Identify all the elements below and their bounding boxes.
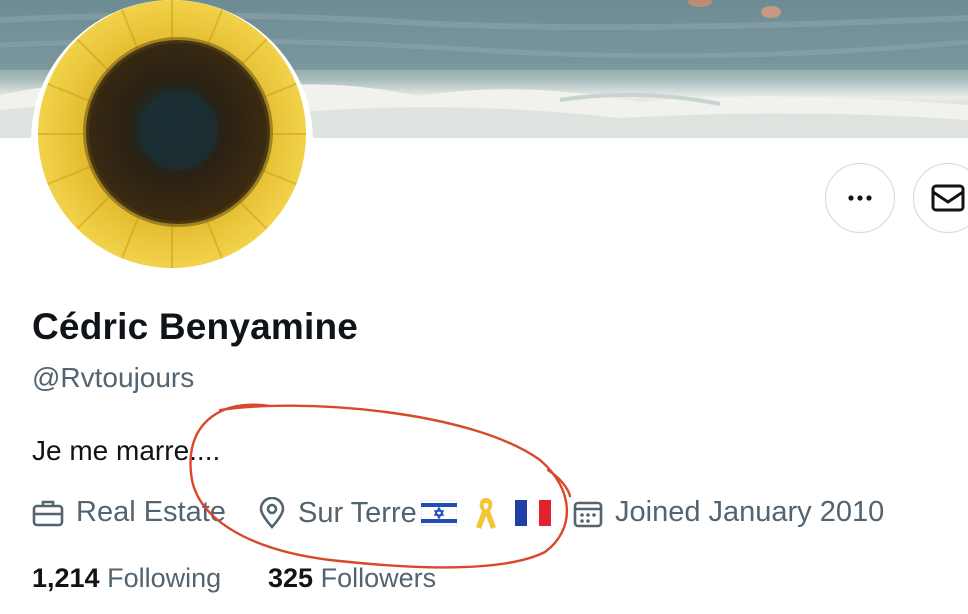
more-options-icon: [848, 195, 872, 201]
yellow-ribbon-icon: [475, 498, 496, 529]
profile-location: Sur Terre: [258, 496, 563, 530]
profile-handle: @Rvtoujours: [32, 362, 195, 393]
avatar[interactable]: [38, 0, 306, 268]
profile-bio: Je me marre....: [32, 435, 221, 466]
followers-link[interactable]: 325 Followers: [268, 563, 436, 594]
location-pin-icon: [259, 497, 285, 529]
joined-label: Joined January 2010: [615, 496, 885, 528]
location-label: Sur Terre: [298, 496, 417, 529]
following-count: 1,214: [32, 563, 100, 593]
mail-icon: [931, 184, 965, 212]
following-link[interactable]: 1,214 Following: [32, 563, 221, 594]
profile-name: Cédric Benyamine: [32, 306, 359, 347]
message-button[interactable]: [913, 163, 968, 233]
profile-joined: Joined January 2010: [573, 496, 884, 529]
israel-flag-icon: [420, 500, 457, 526]
followers-count: 325: [268, 563, 314, 593]
calendar-icon: [573, 501, 603, 527]
followers-label: Followers: [320, 563, 437, 593]
france-flag-icon: [514, 500, 551, 526]
following-label: Following: [107, 563, 222, 593]
sunflower-image: [38, 0, 306, 268]
profile-category: Real Estate: [32, 496, 226, 529]
more-options-button[interactable]: [825, 163, 895, 233]
category-label: Real Estate: [76, 496, 226, 528]
briefcase-icon: [32, 500, 64, 526]
